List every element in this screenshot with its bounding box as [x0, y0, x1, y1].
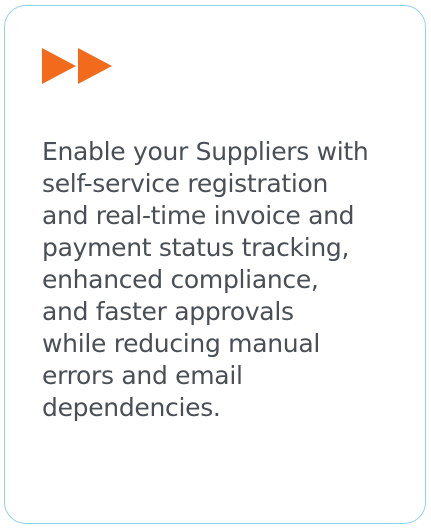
feature-description: Enable your Suppliers with self-service … [42, 137, 369, 422]
feature-card: Enable your Suppliers with self-service … [4, 5, 426, 524]
fast-forward-icon [42, 48, 112, 84]
